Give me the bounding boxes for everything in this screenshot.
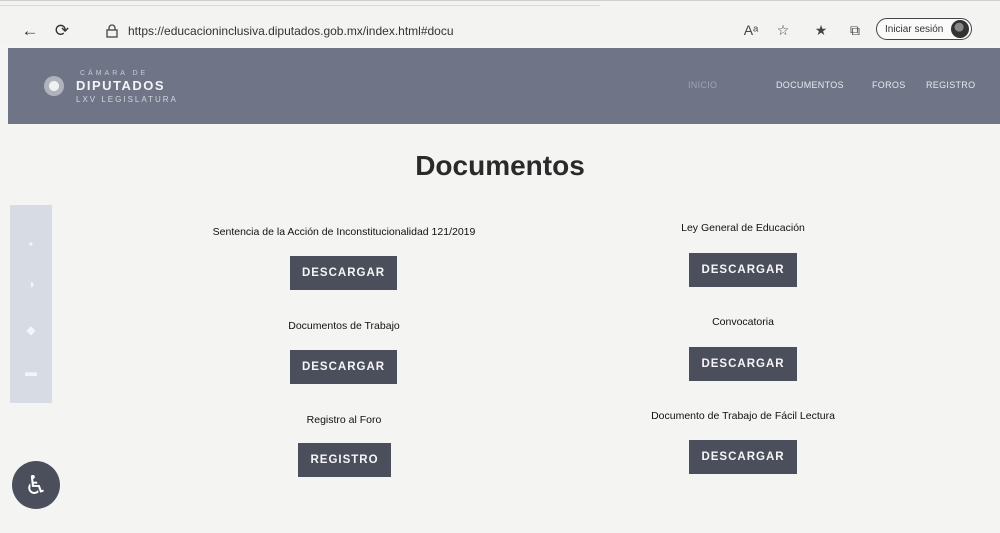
- signin-label: Iniciar sesión: [885, 24, 944, 35]
- registro-button[interactable]: REGISTRO: [298, 443, 391, 477]
- nav-link-documentos[interactable]: DOCUMENTOS: [776, 80, 844, 90]
- browser-toolbar: ← ⟳ https://educacioninclusiva.diputados…: [0, 0, 1000, 43]
- reload-icon[interactable]: ⟳: [52, 21, 72, 41]
- logo-sub-text: LXV LEGISLATURA: [76, 95, 178, 104]
- contrast-icon[interactable]: ◑: [24, 277, 38, 291]
- collections-icon[interactable]: ⧉: [845, 20, 865, 40]
- text-size-icon[interactable]: •: [24, 237, 38, 251]
- eagle-emblem-icon: [44, 76, 64, 96]
- tab-strip-edge: [0, 1, 600, 6]
- reading-guide-icon[interactable]: ▬: [24, 365, 38, 379]
- nav-link-foros[interactable]: FOROS: [872, 80, 906, 90]
- logo-top-text: CÁMARA DE: [80, 70, 149, 77]
- document-label: Convocatoria: [712, 316, 774, 328]
- address-bar-url[interactable]: https://educacioninclusiva.diputados.gob…: [128, 24, 454, 38]
- download-button[interactable]: DESCARGAR: [290, 256, 397, 290]
- download-button[interactable]: DESCARGAR: [689, 440, 797, 474]
- document-label: Sentencia de la Acción de Inconstitucion…: [212, 226, 476, 238]
- nav-link-inicio[interactable]: INICIO: [688, 80, 717, 90]
- page-title: Documentos: [415, 150, 585, 181]
- download-button[interactable]: DESCARGAR: [689, 347, 797, 381]
- document-label: Documento de Trabajo de Fácil Lectura: [651, 410, 835, 422]
- logo-main-text[interactable]: DIPUTADOS: [76, 78, 165, 93]
- download-button[interactable]: DESCARGAR: [290, 350, 397, 384]
- lock-icon: [106, 24, 118, 38]
- accessibility-side-toolbar: • ◑ ◆ ▬: [10, 205, 52, 403]
- document-label: Ley General de Educación: [681, 222, 805, 234]
- add-favorite-icon[interactable]: ☆: [773, 20, 793, 40]
- document-label: Documentos de Trabajo: [288, 320, 400, 332]
- download-button[interactable]: DESCARGAR: [689, 253, 797, 287]
- nav-link-registro[interactable]: REGISTRO: [926, 80, 975, 90]
- link-highlight-icon[interactable]: ◆: [24, 323, 38, 337]
- signin-button[interactable]: Iniciar sesión: [876, 18, 972, 40]
- read-aloud-icon[interactable]: Aᵃ: [741, 20, 761, 40]
- document-label: Registro al Foro: [306, 414, 382, 426]
- profile-avatar-icon: [951, 20, 969, 38]
- favorites-icon[interactable]: ★: [811, 20, 831, 40]
- back-arrow-icon[interactable]: ←: [20, 21, 40, 41]
- site-header: CÁMARA DE DIPUTADOS LXV LEGISLATURA INIC…: [8, 48, 1000, 124]
- wheelchair-icon[interactable]: ♿: [12, 461, 60, 509]
